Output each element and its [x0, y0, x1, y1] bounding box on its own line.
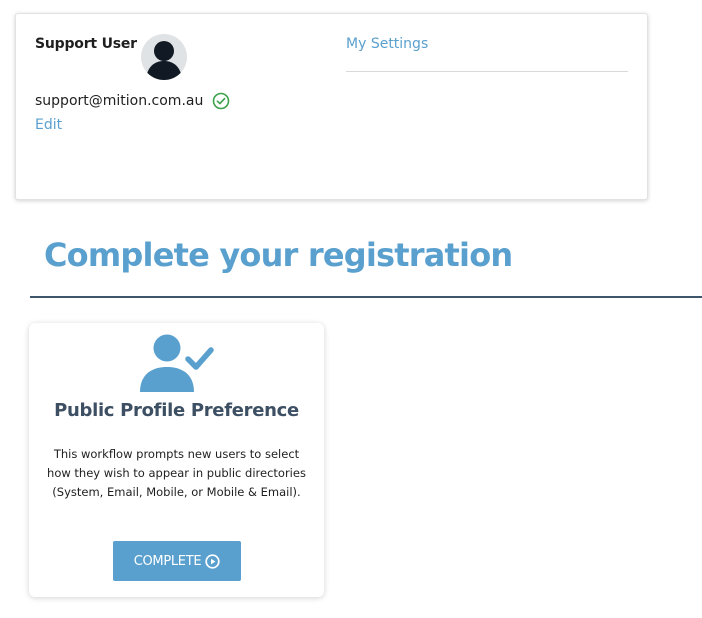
profile-card: Support User support@mition.com.au Edit …: [15, 13, 648, 200]
workflow-title: Public Profile Preference: [54, 400, 299, 421]
page-title: Complete your registration: [44, 236, 513, 274]
user-check-icon: [137, 330, 217, 394]
title-divider: [30, 296, 702, 298]
user-email: support@mition.com.au: [35, 93, 204, 109]
check-circle-icon: [212, 92, 230, 110]
complete-button[interactable]: COMPLETE: [113, 541, 241, 581]
email-row: support@mition.com.au: [35, 92, 230, 110]
workflow-description: This workflow prompts new users to selec…: [47, 447, 306, 499]
settings-divider: [346, 71, 628, 72]
user-name: Support User: [35, 36, 137, 52]
play-circle-icon: [205, 553, 220, 569]
edit-profile-link[interactable]: Edit: [35, 117, 62, 133]
complete-button-label: COMPLETE: [133, 553, 202, 569]
user-avatar-icon: [141, 34, 187, 80]
my-settings-link[interactable]: My Settings: [346, 36, 428, 52]
workflow-card: Public Profile Preference This workflow …: [29, 323, 324, 597]
